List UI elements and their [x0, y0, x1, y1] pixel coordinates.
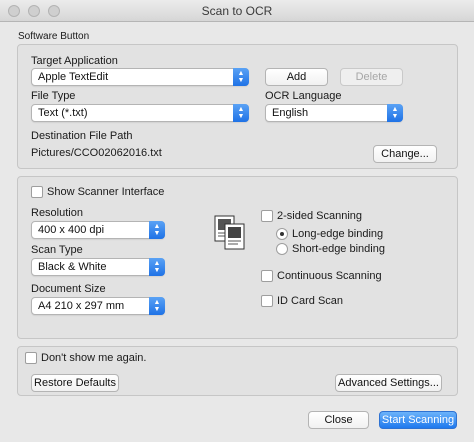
- continuous-scanning-checkbox[interactable]: Continuous Scanning: [261, 270, 382, 284]
- show-scanner-interface-label: Show Scanner Interface: [47, 186, 165, 199]
- file-type-select[interactable]: Text (*.txt) ▲ ▼: [31, 104, 249, 122]
- target-application-label: Target Application: [31, 55, 118, 67]
- advanced-settings-button[interactable]: Advanced Settings...: [335, 374, 442, 392]
- target-application-select[interactable]: Apple TextEdit ▲ ▼: [31, 68, 249, 86]
- ocr-language-value: English: [272, 107, 309, 119]
- target-application-value: Apple TextEdit: [38, 71, 109, 83]
- updown-arrows-icon: ▲ ▼: [149, 221, 165, 239]
- updown-arrows-icon: ▲ ▼: [233, 104, 249, 122]
- scan-type-label: Scan Type: [31, 244, 83, 256]
- duplex-pages-icon: [214, 215, 245, 250]
- document-size-label: Document Size: [31, 283, 106, 295]
- checkbox-box: [261, 210, 273, 223]
- restore-defaults-button[interactable]: Restore Defaults: [31, 374, 119, 392]
- radio-dot: [276, 228, 288, 241]
- dont-show-again-checkbox[interactable]: Don't show me again.: [25, 352, 146, 366]
- ocr-language-label: OCR Language: [265, 90, 342, 102]
- scan-type-select[interactable]: Black & White ▲ ▼: [31, 258, 165, 276]
- id-card-scan-label: ID Card Scan: [277, 295, 344, 308]
- checkbox-box: [261, 270, 273, 283]
- destination-path-label: Destination File Path: [31, 130, 133, 142]
- title-bar: Scan to OCR: [0, 0, 474, 22]
- destination-path-value: Pictures/CCO02062016.txt: [31, 147, 162, 159]
- document-size-value: A4 210 x 297 mm: [38, 300, 125, 312]
- radio-dot: [276, 243, 288, 256]
- long-edge-binding-radio[interactable]: Long-edge binding: [276, 228, 383, 242]
- dont-show-again-label: Don't show me again.: [41, 352, 147, 365]
- short-edge-binding-label: Short-edge binding: [292, 243, 385, 256]
- document-size-select[interactable]: A4 210 x 297 mm ▲ ▼: [31, 297, 165, 315]
- resolution-label: Resolution: [31, 207, 83, 219]
- delete-button[interactable]: Delete: [340, 68, 403, 86]
- continuous-scanning-label: Continuous Scanning: [277, 270, 382, 283]
- checkbox-box: [261, 295, 273, 308]
- updown-arrows-icon: ▲ ▼: [387, 104, 403, 122]
- id-card-scan-checkbox[interactable]: ID Card Scan: [261, 295, 343, 309]
- two-sided-scanning-checkbox[interactable]: 2-sided Scanning: [261, 210, 362, 224]
- ocr-language-select[interactable]: English ▲ ▼: [265, 104, 403, 122]
- start-scanning-button[interactable]: Start Scanning: [379, 411, 457, 429]
- file-type-label: File Type: [31, 90, 76, 102]
- two-sided-scanning-label: 2-sided Scanning: [277, 210, 363, 223]
- resolution-value: 400 x 400 dpi: [38, 224, 105, 236]
- resolution-select[interactable]: 400 x 400 dpi ▲ ▼: [31, 221, 165, 239]
- updown-arrows-icon: ▲ ▼: [233, 68, 249, 86]
- file-type-value: Text (*.txt): [38, 107, 88, 119]
- long-edge-binding-label: Long-edge binding: [292, 228, 384, 241]
- short-edge-binding-radio[interactable]: Short-edge binding: [276, 243, 385, 257]
- checkbox-box: [25, 352, 37, 365]
- change-path-button[interactable]: Change...: [373, 145, 437, 163]
- close-button[interactable]: Close: [308, 411, 369, 429]
- window-title: Scan to OCR: [201, 4, 273, 18]
- add-button[interactable]: Add: [265, 68, 328, 86]
- scan-type-value: Black & White: [38, 261, 107, 273]
- show-scanner-interface-checkbox[interactable]: Show Scanner Interface: [31, 186, 164, 200]
- updown-arrows-icon: ▲ ▼: [149, 258, 165, 276]
- updown-arrows-icon: ▲ ▼: [149, 297, 165, 315]
- software-button-group-label: Software Button: [18, 31, 90, 42]
- checkbox-box: [31, 186, 43, 199]
